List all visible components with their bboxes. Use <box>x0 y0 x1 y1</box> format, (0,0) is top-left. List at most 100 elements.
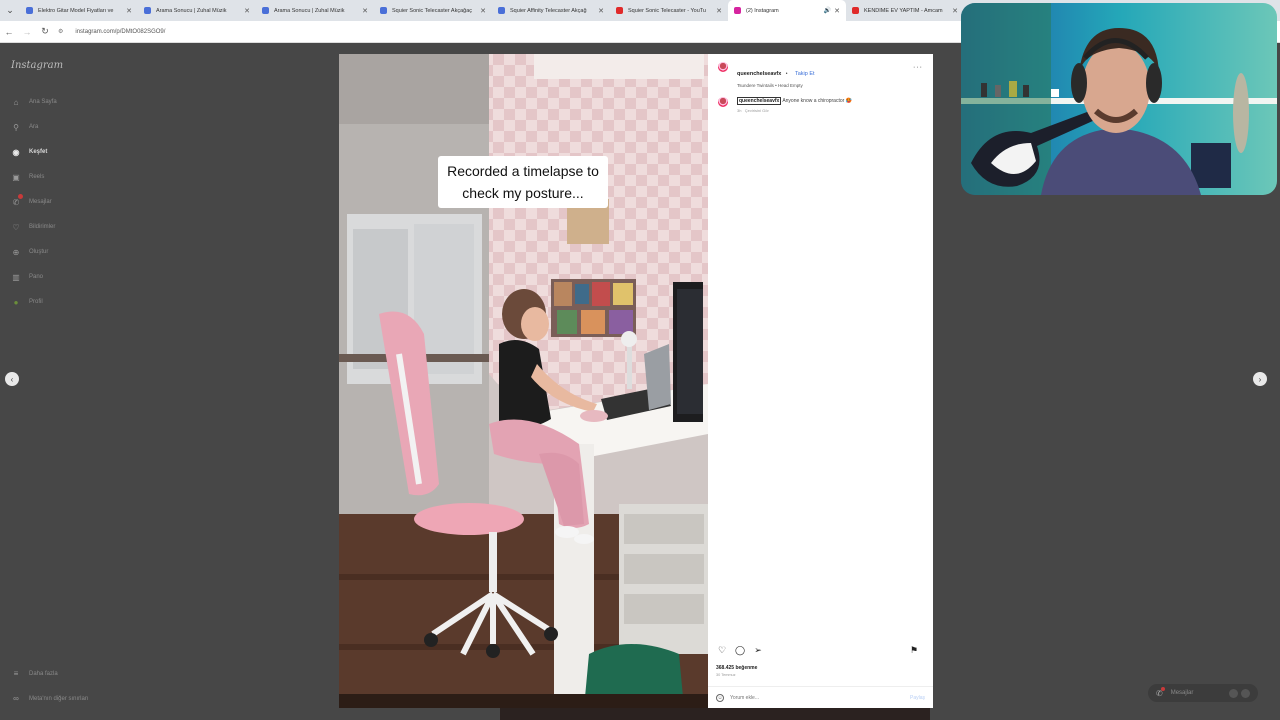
tab-favicon-icon <box>616 7 623 14</box>
like-heart-icon[interactable]: ♡ <box>716 644 728 656</box>
tab-search-chevron-icon[interactable]: ⌄ <box>0 0 20 21</box>
post-header-text: queenchelseavfx • Takip Et Tsundere Twin… <box>737 62 815 88</box>
sidebar-item-messenger[interactable]: ✆ Mesajlar <box>11 194 52 207</box>
messages-floating-button[interactable]: ✆ Mesajlar <box>1148 684 1258 702</box>
instagram-logo[interactable]: Instagram <box>11 60 63 71</box>
tab-list: Elektro Gitar Model Fiyatları ve ✕ Arama S… <box>20 0 964 21</box>
save-bookmark-icon[interactable]: ⚑ <box>908 644 920 656</box>
tab-close-icon[interactable]: ✕ <box>126 7 132 15</box>
home-icon: ⌂ <box>13 97 19 107</box>
browser-tab-active[interactable]: (2) Instagram 🔊 ✕ <box>728 0 846 21</box>
messages-pill-label: Mesajlar <box>1170 690 1194 696</box>
sidebar-item-reels[interactable]: ▣ Reels <box>11 172 44 182</box>
tab-audio-speaker-icon[interactable]: 🔊 <box>824 7 831 14</box>
author-avatar[interactable] <box>718 62 728 72</box>
next-post-chevron-right-icon[interactable]: › <box>1253 372 1267 386</box>
reels-icon: ▣ <box>12 172 20 182</box>
comment-body: queenchelseavfx Anyone know a chiropract… <box>737 97 852 113</box>
more-menu-button[interactable]: ≡ Daha fazla <box>11 669 58 678</box>
tab-title: Elektro Gitar Model Fiyatları ve <box>38 7 114 14</box>
audio-track-link[interactable]: Tsundere Twintails • Head Empty <box>737 83 815 88</box>
url-field[interactable]: instagram.com/p/DMtO082SGO9/ <box>75 29 165 35</box>
share-send-icon[interactable]: ➢ <box>752 644 764 656</box>
comment-age: 3h <box>737 108 742 113</box>
forward-arrow-icon[interactable]: → <box>18 27 36 37</box>
tab-close-icon[interactable]: ✕ <box>480 7 486 15</box>
browser-tab[interactable]: Squier Sonic Telecaster - YouTu ✕ <box>610 0 728 21</box>
webcam-overlay <box>961 3 1277 195</box>
sidebar-item-dashboard[interactable]: ▥ Pano <box>11 272 43 282</box>
comment-avatar[interactable] <box>718 97 728 107</box>
contact-avatar <box>1229 688 1238 698</box>
sidebar-item-label: Reels <box>29 174 45 180</box>
sidebar-item-heart[interactable]: ♡ Bildirimler <box>11 222 55 232</box>
messenger-icon: ✆ <box>11 194 23 207</box>
author-username[interactable]: queenchelseavfx <box>737 71 781 77</box>
sidebar-item-compass[interactable]: ◉ Keşfet <box>11 147 48 157</box>
sidebar-item-label: Bildirimler <box>29 224 56 230</box>
webcam-feed-image <box>961 3 1277 195</box>
sidebar-item-label: Ana Sayfa <box>29 99 57 105</box>
browser-tab[interactable]: Arama Sonucu | Zuhal Müzik ✕ <box>256 0 374 21</box>
emoji-icon[interactable]: ☺ <box>716 693 724 702</box>
tab-title: (2) Instagram <box>746 7 779 14</box>
office-scene-image <box>339 54 708 708</box>
browser-tab[interactable]: Arama Sonucu | Zuhal Müzik ✕ <box>138 0 256 21</box>
browser-tab[interactable]: Elektro Gitar Model Fiyatları ve ✕ <box>20 0 138 21</box>
header-separator: • <box>785 71 788 77</box>
site-info-icon[interactable]: ⚙ <box>58 28 63 35</box>
comment-bubble-icon[interactable]: ◯ <box>734 644 746 656</box>
plus-square-icon: ⊕ <box>12 247 20 257</box>
sidebar-bottom-label: Meta'nın diğer sınırları <box>29 695 89 702</box>
profile-avatar-icon: ● <box>13 297 19 307</box>
tab-favicon-icon <box>144 7 151 14</box>
tab-close-icon[interactable]: ✕ <box>716 7 722 15</box>
like-count[interactable]: 368.425 beğenme <box>716 665 757 671</box>
tab-favicon-icon <box>262 7 269 14</box>
heart-icon: ♡ <box>12 222 20 232</box>
compass-icon: ◉ <box>12 147 20 157</box>
sidebar-item-plus-square[interactable]: ⊕ Oluştur <box>11 247 49 257</box>
dashboard-icon: ▥ <box>12 272 20 282</box>
previous-post-chevron-left-icon[interactable]: ‹ <box>5 372 19 386</box>
tab-title: Squier Affinity Telecaster Akçağ <box>510 7 587 14</box>
sidebar-item-label: Oluştur <box>29 249 49 255</box>
sidebar-item-label: Mesajlar <box>29 199 52 205</box>
tab-favicon-icon <box>380 7 387 14</box>
follow-button[interactable]: Takip Et <box>795 71 815 77</box>
video-overlay-caption: Recorded a timelapse to check my posture… <box>438 156 608 208</box>
browser-tab[interactable]: Squier Sonic Telecaster Akçağaç ✕ <box>374 0 492 21</box>
comment-input[interactable] <box>730 694 890 701</box>
sidebar-item-home[interactable]: ⌂ Ana Sayfa <box>11 97 57 107</box>
meta-icon: ∞ <box>13 694 19 703</box>
browser-tab[interactable]: Squier Affinity Telecaster Akçağ ✕ <box>492 0 610 21</box>
tab-title: Arama Sonucu | Zuhal Müzik <box>274 7 345 14</box>
next-post-preview <box>500 708 930 720</box>
back-arrow-icon[interactable]: ← <box>0 27 18 37</box>
tab-close-icon[interactable]: ✕ <box>834 7 840 15</box>
search-icon: ⚲ <box>13 122 19 132</box>
comment-username[interactable]: queenchelseavfx <box>737 97 782 105</box>
more-options-icon[interactable]: ··· <box>913 64 923 71</box>
post-video[interactable] <box>339 54 708 708</box>
sidebar-item-label: Pano <box>29 274 44 280</box>
meta-apps-link[interactable]: ∞ Meta'nın diğer sınırları <box>11 694 89 703</box>
tab-close-icon[interactable]: ✕ <box>362 7 368 15</box>
sidebar-item-profile-avatar[interactable]: ● Profil <box>11 297 43 307</box>
post-date: 30 Temmuz <box>716 673 736 677</box>
post-header: queenchelseavfx • Takip Et Tsundere Twin… <box>718 62 815 88</box>
sidebar-item-search[interactable]: ⚲ Ara <box>11 122 38 132</box>
tab-close-icon[interactable]: ✕ <box>952 7 958 15</box>
tab-favicon-icon <box>734 7 741 14</box>
sidebar-item-label: Profil <box>29 299 43 305</box>
post-comment-button[interactable]: Paylaş <box>910 695 925 701</box>
tab-close-icon[interactable]: ✕ <box>244 7 250 15</box>
tab-close-icon[interactable]: ✕ <box>598 7 604 15</box>
browser-tab[interactable]: KENDİME EV YAPTIM - Amcam ✕ <box>846 0 964 21</box>
comment-composer: ☺ Paylaş <box>708 686 933 708</box>
reload-icon[interactable]: ↻ <box>36 26 54 37</box>
tab-favicon-icon <box>26 7 33 14</box>
see-translation-link[interactable]: Çevirisini Gör <box>745 108 769 113</box>
messenger-icon: ✆ <box>1156 686 1165 698</box>
sidebar-item-label: Ara <box>29 124 39 130</box>
